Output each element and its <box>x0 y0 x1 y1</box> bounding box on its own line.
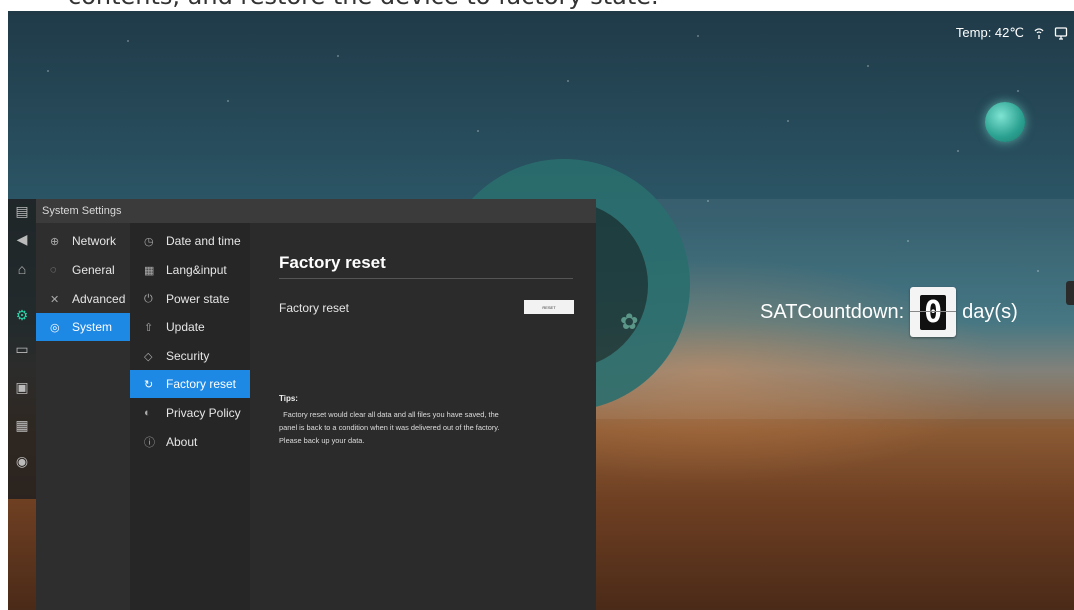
signal-icon[interactable] <box>1032 26 1046 40</box>
tips-line: Factory reset would clear all data and a… <box>279 410 499 419</box>
subitem-label: Factory reset <box>166 377 237 391</box>
privacy-icon: ◐ <box>144 407 151 419</box>
countdown-unit: day(s) <box>962 300 1018 323</box>
category-label: General <box>72 263 115 277</box>
folder-icon[interactable]: ▭ <box>14 341 30 357</box>
category-list: ⊕ Network ◌ General ✕ Advanced ◎ System <box>36 223 130 610</box>
category-network[interactable]: ⊕ Network <box>36 227 130 255</box>
tips-line: Please back up your data. <box>279 436 365 445</box>
category-advanced[interactable]: ✕ Advanced <box>36 285 130 313</box>
subitem-label: Security <box>166 349 210 363</box>
palette-icon: ◌ <box>50 264 57 276</box>
system-icon: ◎ <box>50 321 60 334</box>
subitem-label: Update <box>166 320 205 334</box>
subitem-about[interactable]: ⓘ About <box>130 428 250 456</box>
settings-content: Factory reset Factory reset RESET Tips: … <box>250 223 596 610</box>
home-icon[interactable]: ⌂ <box>14 261 30 277</box>
shield-icon: ◇ <box>144 350 153 363</box>
page-title: Factory reset <box>279 253 386 272</box>
tips-title: Tips: <box>279 394 298 403</box>
subitem-factory-reset[interactable]: ↻ Factory reset <box>130 370 250 398</box>
subitem-power-state[interactable]: ⏻ Power state <box>130 285 250 313</box>
keyboard-icon: ▦ <box>144 264 155 277</box>
category-label: Network <box>72 234 117 248</box>
category-label: Advanced <box>72 292 126 306</box>
subitem-security[interactable]: ◇ Security <box>130 342 250 370</box>
reset-icon: ↻ <box>144 378 154 391</box>
globe-icon: ⊕ <box>50 235 60 248</box>
back-icon[interactable]: ◀ <box>14 231 30 247</box>
divider <box>279 278 573 279</box>
subitem-lang-input[interactable]: ▦ Lang&input <box>130 256 250 284</box>
countdown-widget: SATCountdown: 0 day(s) <box>760 287 1018 337</box>
screen-share-icon[interactable] <box>1054 26 1068 40</box>
tips-line: panel is back to a condition when it was… <box>279 423 500 432</box>
tips-body: Factory reset would clear all data and a… <box>279 408 589 447</box>
desktop: Temp: 42℃ ✿ SATCountdown: 0 day(s) ▤ ◀ ⌂… <box>8 11 1074 610</box>
clock-icon: ◷ <box>144 235 154 248</box>
factory-reset-label: Factory reset <box>279 301 350 315</box>
category-system[interactable]: ◎ System <box>36 313 130 341</box>
power-icon: ⏻ <box>144 292 153 305</box>
whiteboard-icon[interactable]: ▣ <box>14 379 30 395</box>
tools-icon: ✕ <box>50 293 60 306</box>
settings-gear-icon[interactable]: ⚙ <box>14 307 30 323</box>
keyboard-icon[interactable]: ▦ <box>14 417 30 433</box>
caption-strip: contents, and restore the device to fact… <box>0 0 1074 11</box>
window-icon[interactable]: ▤ <box>14 203 30 219</box>
browser-icon[interactable]: ◉ <box>14 453 30 469</box>
temperature-readout: Temp: 42℃ <box>955 25 1024 40</box>
reset-button[interactable]: RESET <box>524 300 574 314</box>
update-icon: ⇧ <box>144 321 154 334</box>
subitem-label: Lang&input <box>166 263 227 277</box>
side-dock: ▤ ◀ ⌂ ⚙ ▭ ▣ ▦ ◉ <box>8 199 36 499</box>
subitem-privacy-policy[interactable]: ◐ Privacy Policy <box>130 399 250 427</box>
apps-icon[interactable]: ✿ <box>620 309 638 335</box>
subitem-date-and-time[interactable]: ◷ Date and time <box>130 227 250 255</box>
caption-text: contents, and restore the device to fact… <box>68 0 659 10</box>
category-label: System <box>72 320 113 334</box>
countdown-digit: 0 <box>920 294 947 330</box>
info-icon: ⓘ <box>144 437 155 449</box>
subitem-label: Privacy Policy <box>166 406 241 420</box>
subitem-list: ◷ Date and time ▦ Lang&input ⏻ Power sta… <box>130 223 250 610</box>
subitem-label: About <box>166 435 198 449</box>
subitem-update[interactable]: ⇧ Update <box>130 313 250 341</box>
countdown-label: SATCountdown: <box>760 300 905 323</box>
subitem-label: Power state <box>166 292 230 306</box>
category-general[interactable]: ◌ General <box>36 256 130 284</box>
side-toolbar-handle[interactable] <box>1066 281 1074 305</box>
status-bar: Temp: 42℃ <box>956 25 1068 41</box>
countdown-flip-card: 0 <box>910 287 957 337</box>
floating-assistant-ball[interactable] <box>985 102 1025 142</box>
subitem-label: Date and time <box>166 234 241 248</box>
system-settings-window: System Settings ⊕ Network ◌ General ✕ Ad… <box>36 199 596 610</box>
window-title: System Settings <box>36 199 596 223</box>
